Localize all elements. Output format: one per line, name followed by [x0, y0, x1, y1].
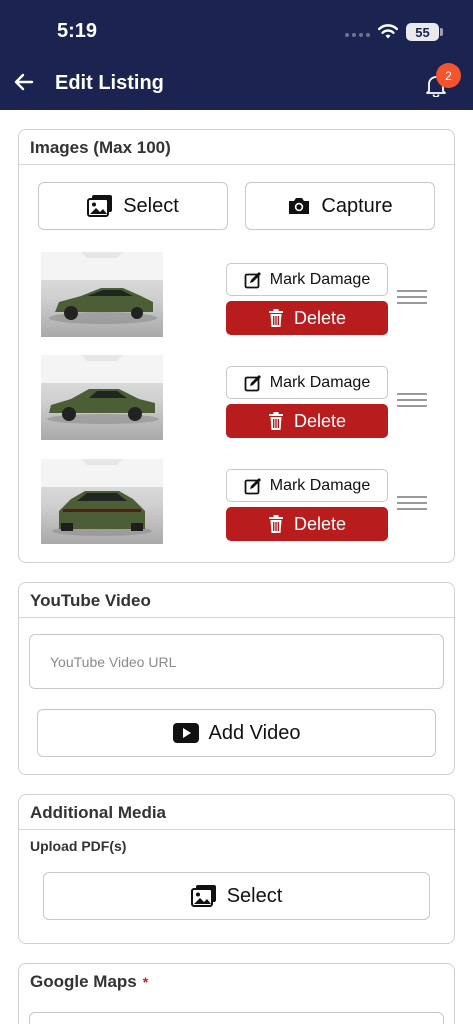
edit-square-icon [244, 374, 261, 391]
trash-icon [268, 309, 283, 327]
mark-damage-button[interactable]: Mark Damage [226, 469, 388, 502]
mark-damage-label: Mark Damage [269, 373, 371, 391]
capture-label: Capture [321, 194, 393, 217]
battery-cap [440, 28, 443, 36]
car-front-three-quarter-photo [41, 252, 163, 324]
google-maps-field[interactable] [29, 1012, 444, 1024]
back-arrow-icon[interactable] [12, 70, 36, 99]
select-pdf-label: Select [226, 884, 283, 907]
wifi-icon [377, 22, 399, 45]
additional-media-title: Additional Media [19, 795, 454, 830]
select-images-label: Select [123, 194, 179, 217]
google-maps-header: Google Maps * [19, 964, 454, 999]
drag-handle-icon[interactable] [397, 290, 427, 308]
required-asterisk: * [142, 974, 149, 990]
battery-icon: 55 [406, 23, 439, 41]
delete-image-button[interactable]: Delete [226, 301, 388, 335]
mark-damage-button[interactable]: Mark Damage [226, 263, 388, 296]
select-images-button[interactable]: Select [38, 182, 228, 230]
trash-icon [268, 515, 283, 533]
youtube-icon [172, 723, 199, 743]
capture-button[interactable]: Capture [245, 182, 435, 230]
delete-label: Delete [293, 307, 347, 328]
edit-square-icon [244, 271, 261, 288]
drag-handle-icon[interactable] [397, 393, 427, 411]
youtube-url-input[interactable] [29, 634, 444, 689]
edit-square-icon [244, 477, 261, 494]
car-photo-thumbnail[interactable] [41, 252, 163, 337]
images-card: Images (Max 100) Select Capture Mark Dam… [18, 129, 455, 563]
images-section-title: Images (Max 100) [19, 130, 454, 165]
top-app-bar: 5:19 55 Edit Listing 2 [0, 0, 473, 110]
notification-badge: 2 [436, 63, 461, 88]
additional-media-card: Additional Media Upload PDF(s) Select [18, 794, 455, 944]
youtube-card: YouTube Video Add Video [18, 582, 455, 775]
google-maps-card: Google Maps * [18, 963, 455, 1024]
mark-damage-label: Mark Damage [269, 476, 371, 494]
google-maps-title: Google Maps [30, 972, 137, 991]
add-video-button[interactable]: Add Video [37, 709, 436, 757]
mark-damage-label: Mark Damage [269, 270, 371, 288]
select-pdf-button[interactable]: Select [43, 872, 430, 920]
cellular-signal-icon [345, 33, 370, 37]
mark-damage-button[interactable]: Mark Damage [226, 366, 388, 399]
status-time: 5:19 [57, 20, 98, 42]
upload-pdf-label: Upload PDF(s) [30, 838, 127, 854]
car-rear-photo [41, 459, 163, 536]
car-side-photo [41, 355, 163, 424]
car-photo-thumbnail[interactable] [41, 355, 163, 440]
youtube-section-title: YouTube Video [19, 583, 454, 618]
camera-icon [289, 198, 310, 214]
trash-icon [268, 412, 283, 430]
image-gallery-icon [190, 885, 216, 907]
image-gallery-icon [87, 195, 113, 217]
page-title: Edit Listing [55, 72, 164, 94]
add-video-label: Add Video [208, 721, 301, 744]
delete-image-button[interactable]: Delete [226, 404, 388, 438]
car-photo-thumbnail[interactable] [41, 459, 163, 544]
delete-label: Delete [293, 513, 347, 534]
delete-label: Delete [293, 410, 347, 431]
delete-image-button[interactable]: Delete [226, 507, 388, 541]
drag-handle-icon[interactable] [397, 496, 427, 514]
